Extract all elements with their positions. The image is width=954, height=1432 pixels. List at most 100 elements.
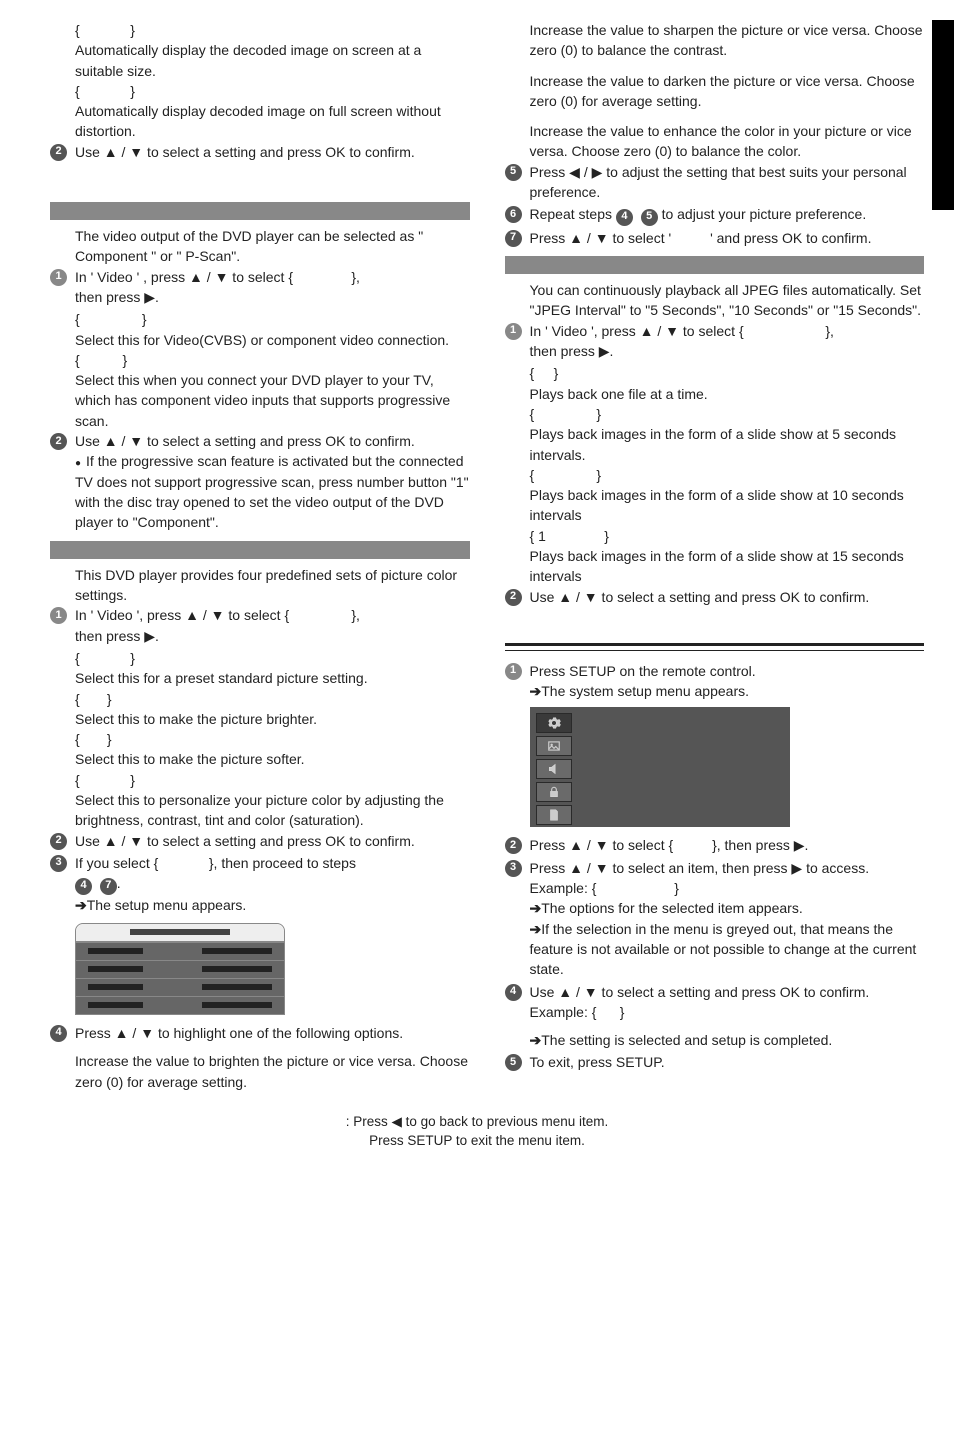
- step-suffix: ' and press OK to confirm.: [710, 230, 871, 246]
- brace: }: [596, 406, 601, 422]
- step-ref-7: 7: [100, 878, 117, 895]
- step-number-4: 4: [505, 984, 522, 1001]
- step-text: Use ▲ / ▼ to select a setting and press …: [530, 587, 925, 607]
- step-number-3: 3: [505, 860, 522, 877]
- brace: }: [604, 528, 609, 544]
- step-number-1: 1: [50, 607, 67, 624]
- step-text: Use ▲ / ▼ to select a setting and press …: [530, 982, 925, 1002]
- system-menu-illustration: [530, 707, 790, 827]
- period: .: [117, 875, 121, 891]
- option-desc: Plays back images in the form of a slide…: [530, 424, 925, 465]
- step-number-1: 1: [505, 663, 522, 680]
- contrast-desc: Increase the value to sharpen the pictur…: [505, 20, 925, 61]
- step-number-2: 2: [50, 144, 67, 161]
- brace: {: [75, 691, 80, 707]
- arrow-icon: [75, 897, 87, 913]
- brace: {: [530, 406, 535, 422]
- speaker-icon: [536, 759, 572, 779]
- option-desc: Automatically display decoded image on f…: [75, 101, 470, 142]
- brace: {: [75, 83, 80, 99]
- step-then: then press ▶.: [75, 287, 470, 307]
- step-number-2: 2: [50, 833, 67, 850]
- example-label: Example: {: [530, 1004, 597, 1020]
- brace-close: },: [825, 323, 834, 339]
- step-number-7: 7: [505, 230, 522, 247]
- brace: }: [122, 352, 127, 368]
- arrow-icon: [530, 921, 542, 937]
- section-intro: This DVD player provides four predefined…: [50, 565, 470, 606]
- picture-icon: [536, 736, 572, 756]
- option-desc: Select this when you connect your DVD pl…: [75, 370, 470, 431]
- section-bar: [50, 202, 470, 220]
- step-text: Use ▲ / ▼ to select a setting and press …: [75, 831, 470, 851]
- color-desc: Increase the value to enhance the color …: [505, 121, 925, 162]
- brace: {: [530, 467, 535, 483]
- example-label: Example: {: [530, 880, 597, 896]
- section-bar: [50, 541, 470, 559]
- arrow-icon: [530, 900, 542, 916]
- step-number-3: 3: [50, 855, 67, 872]
- section-bar: [505, 256, 925, 274]
- step-number-5: 5: [505, 164, 522, 181]
- step-number-2: 2: [505, 589, 522, 606]
- arrow-icon: [530, 683, 542, 699]
- step-text: Press ▲ / ▼ to select an item, then pres…: [530, 858, 925, 878]
- section-intro: The video output of the DVD player can b…: [50, 226, 470, 267]
- arrow-text: If the selection in the menu is greyed o…: [530, 921, 917, 978]
- option-desc: Select this for a preset standard pictur…: [75, 668, 470, 688]
- step-text: Press ▲ / ▼ to select {: [530, 837, 674, 853]
- brace: {: [75, 311, 80, 327]
- brace: }: [130, 22, 135, 38]
- divider-thin: [505, 650, 925, 651]
- step-text: In ' Video ', press ▲ / ▼ to select {: [75, 607, 289, 623]
- setup-menu-illustration: [75, 923, 285, 1015]
- tint-desc: Increase the value to darken the picture…: [505, 71, 925, 112]
- lock-icon: [536, 782, 572, 802]
- note-text: If the progressive scan feature is activ…: [75, 453, 469, 530]
- brace: }: [142, 311, 147, 327]
- step-number-2: 2: [505, 837, 522, 854]
- step-suffix: }, then press ▶.: [712, 837, 808, 853]
- arrow-text: The options for the selected item appear…: [541, 900, 802, 916]
- document-icon: [536, 805, 572, 825]
- step-number-1: 1: [505, 323, 522, 340]
- brace-close: },: [351, 269, 360, 285]
- brace: }: [130, 772, 135, 788]
- step-text: In ' Video ', press ▲ / ▼ to select {: [530, 323, 744, 339]
- brace: }: [130, 83, 135, 99]
- brace: }: [107, 731, 112, 747]
- step-text: Use ▲ / ▼ to select a setting and press …: [75, 142, 470, 162]
- brace-close: },: [351, 607, 360, 623]
- step-text: Press ◀ / ▶ to adjust the setting that b…: [530, 162, 925, 203]
- option-desc: Plays back one file at a time.: [530, 384, 925, 404]
- step-suffix: }, then proceed to steps: [209, 855, 356, 871]
- right-column: Increase the value to sharpen the pictur…: [505, 20, 925, 1092]
- footer: : Press ◀ to go back to previous menu it…: [0, 1102, 954, 1171]
- step-then: then press ▶.: [530, 341, 925, 361]
- step-text: In ' Video ' , press ▲ / ▼ to select {: [75, 269, 293, 285]
- side-tab: [932, 20, 954, 210]
- arrow-icon: [530, 1032, 542, 1048]
- step-ref-5: 5: [641, 209, 658, 226]
- option-desc: Plays back images in the form of a slide…: [530, 485, 925, 526]
- brightness-desc: Increase the value to brighten the pictu…: [50, 1051, 470, 1092]
- step-number-1: 1: [50, 269, 67, 286]
- step-number-6: 6: [505, 206, 522, 223]
- brace-close: }: [620, 1004, 625, 1020]
- section-intro: You can continuously playback all JPEG f…: [505, 280, 925, 321]
- bullet-icon: [75, 453, 86, 469]
- option-desc: Plays back images in the form of a slide…: [530, 546, 925, 587]
- step-text: Use ▲ / ▼ to select a setting and press …: [75, 431, 470, 451]
- brace: {: [75, 731, 80, 747]
- step-text: To exit, press SETUP.: [530, 1052, 925, 1072]
- option-desc: Automatically display the decoded image …: [75, 40, 470, 81]
- gear-icon: [536, 713, 572, 733]
- left-column: { } Automatically display the decoded im…: [50, 20, 470, 1092]
- brace: {: [530, 365, 535, 381]
- arrow-text: The setup menu appears.: [87, 897, 247, 913]
- step-then: then press ▶.: [75, 626, 470, 646]
- step-number-4: 4: [50, 1025, 67, 1042]
- brace: }: [130, 650, 135, 666]
- brace: {: [75, 650, 80, 666]
- brace: }: [596, 467, 601, 483]
